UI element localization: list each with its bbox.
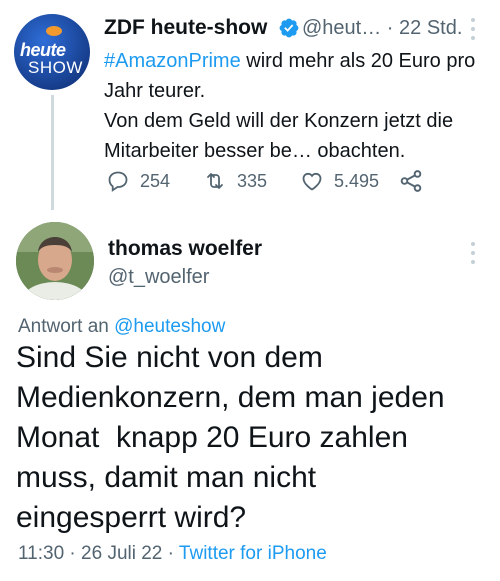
separator-dot: · bbox=[386, 17, 394, 39]
like-count: 5.495 bbox=[334, 170, 380, 191]
client-link[interactable]: Twitter for iPhone bbox=[179, 543, 327, 564]
reply-context: Antwort an @heuteshow bbox=[18, 316, 225, 338]
author-handle[interactable]: @heut… bbox=[302, 17, 381, 39]
author-name[interactable]: ZDF heute-show bbox=[104, 16, 267, 40]
avatar-thomas-woelfer[interactable] bbox=[16, 222, 94, 300]
tweet-text: Sind Sie nicht von dem Medienkonzern, de… bbox=[16, 341, 445, 534]
verified-icon bbox=[279, 18, 299, 38]
tweet-time[interactable]: 11:30 bbox=[18, 543, 64, 564]
avatar-heute-show[interactable]: heute SHOW bbox=[14, 14, 90, 90]
tweet-text-part2: Von dem Geld will der Konzern jetzt die … bbox=[104, 110, 454, 162]
tweet-header-meta: @heut… · 22 Std. bbox=[302, 17, 462, 40]
reply-action[interactable]: 254 bbox=[106, 168, 170, 194]
retweet-action[interactable]: 335 bbox=[203, 168, 267, 194]
tweet-time[interactable]: 22 Std. bbox=[399, 17, 462, 39]
like-icon bbox=[302, 172, 322, 191]
retweet-icon bbox=[207, 173, 223, 189]
hashtag-link[interactable]: #AmazonPrime bbox=[104, 50, 241, 72]
separator-dot: · bbox=[69, 543, 76, 564]
more-icon[interactable] bbox=[466, 238, 480, 268]
more-icon[interactable] bbox=[466, 14, 480, 44]
author-handle[interactable]: @t_woelfer bbox=[108, 266, 209, 289]
profile-photo bbox=[16, 222, 94, 300]
thread-connector-line bbox=[51, 95, 54, 210]
zdf-logo-dot bbox=[46, 26, 62, 36]
tweet-timestamp: 11:30 · 26 Juli 22 · Twitter for iPhone bbox=[18, 543, 327, 565]
retweet-count: 335 bbox=[237, 170, 268, 191]
like-action[interactable]: 5.495 bbox=[300, 168, 379, 194]
separator-dot: · bbox=[167, 543, 174, 564]
avatar-logo-text-show: SHOW bbox=[28, 58, 83, 77]
author-name[interactable]: thomas woelfer bbox=[108, 237, 262, 261]
share-icon[interactable] bbox=[398, 168, 424, 194]
reply-count: 254 bbox=[140, 170, 171, 191]
tweet-text: #AmazonPrime wird mehr als 20 Euro pro J… bbox=[104, 46, 484, 166]
reply-icon bbox=[108, 171, 128, 192]
reply-prefix: Antwort an bbox=[18, 316, 109, 337]
tweet-date[interactable]: 26 Juli 22 bbox=[81, 543, 162, 564]
reply-target-link[interactable]: @heuteshow bbox=[114, 316, 225, 337]
